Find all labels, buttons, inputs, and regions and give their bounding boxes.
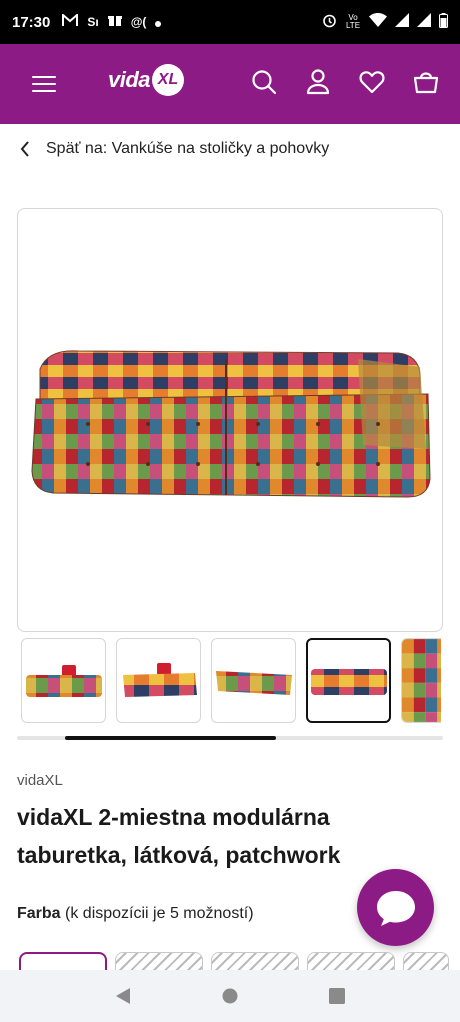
home-icon[interactable] — [218, 984, 242, 1008]
color-availability: (k dispozícii je 5 možností) — [65, 905, 254, 922]
email-icon: @( — [130, 15, 147, 29]
thumbnail-1[interactable] — [21, 638, 106, 723]
wifi-icon — [369, 13, 387, 31]
thumbnail-3[interactable] — [211, 638, 296, 723]
carousel-scroll-thumb[interactable] — [65, 736, 276, 740]
menu-icon[interactable] — [30, 70, 58, 98]
thumbnail-carousel[interactable] — [21, 638, 443, 724]
dot-icon — [155, 14, 162, 31]
account-icon[interactable] — [304, 68, 332, 96]
wishlist-icon[interactable] — [358, 68, 386, 96]
search-icon[interactable] — [250, 68, 278, 96]
recents-icon[interactable] — [325, 984, 349, 1008]
signal-icon — [417, 13, 431, 31]
back-icon[interactable] — [111, 984, 135, 1008]
signal-icon — [395, 13, 409, 31]
color-option-label: Farba (k dispozícii je 5 možností) — [17, 905, 254, 923]
site-header: vida XL — [0, 44, 460, 124]
logo-badge: XL — [152, 64, 185, 96]
color-label: Farba — [17, 905, 61, 922]
volte-icon: Vo LTE — [345, 13, 361, 30]
status-bar: 17:30 Sı @( Vo LTE — [0, 0, 460, 44]
status-time: 17:30 — [12, 13, 51, 31]
breadcrumb[interactable]: Späť na: Vankúše na stoličky a pohovky — [20, 140, 329, 158]
thumbnail-5[interactable] — [401, 638, 441, 723]
battery-icon — [439, 12, 448, 32]
chat-button[interactable] — [357, 869, 434, 946]
chat-bubble-icon — [376, 890, 415, 926]
patchwork-pouf-image — [31, 350, 431, 498]
notification-icon: Sı — [87, 15, 99, 29]
thumbnail-4[interactable] — [306, 638, 391, 723]
product-brand[interactable]: vidaXL — [17, 772, 63, 789]
android-nav-bar — [0, 970, 460, 1022]
product-title: vidaXL 2-miestna modulárna taburetka, lá… — [17, 804, 341, 868]
product-main-image[interactable] — [17, 208, 443, 632]
vidaxl-logo[interactable]: vida XL — [108, 64, 185, 96]
cart-icon[interactable] — [412, 68, 440, 96]
gmail-icon — [62, 12, 79, 31]
alarm-icon — [322, 13, 337, 32]
logo-text: vida — [108, 67, 151, 92]
gift-icon — [107, 13, 122, 31]
breadcrumb-label: Späť na: Vankúše na stoličky a pohovky — [46, 140, 330, 157]
chevron-left-icon — [20, 141, 30, 157]
thumbnail-2[interactable] — [116, 638, 201, 723]
